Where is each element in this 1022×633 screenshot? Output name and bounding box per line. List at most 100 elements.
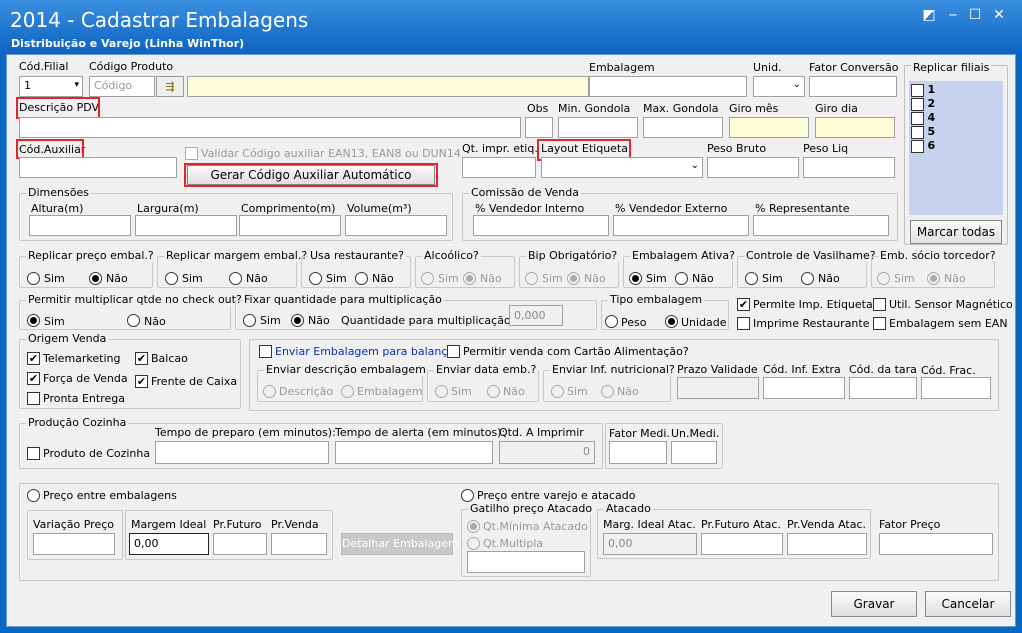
filial-checkbox[interactable] xyxy=(911,97,924,111)
peso-liq-input[interactable] xyxy=(803,157,895,178)
cod-filial-select[interactable]: 1 ▾ xyxy=(19,76,83,97)
enviar-balanca-checkbox[interactable] xyxy=(259,345,272,358)
pr-futuro-atac-input[interactable] xyxy=(701,533,783,555)
fixar-qtde-nao-radio[interactable] xyxy=(291,314,304,327)
tipo-peso-radio[interactable] xyxy=(605,315,618,328)
pr-futuro-input[interactable] xyxy=(213,533,267,555)
filial-checkbox[interactable] xyxy=(911,139,924,153)
filial-item[interactable]: 2 xyxy=(911,97,935,111)
cod-produto-input[interactable]: Código xyxy=(89,76,155,97)
cod-tara-input[interactable] xyxy=(849,377,917,399)
pr-venda-atac-input[interactable] xyxy=(787,533,867,555)
fator-conversao-input[interactable] xyxy=(809,76,897,97)
maximize-icon[interactable]: ☐ xyxy=(966,6,984,24)
enviar-descricao-radio[interactable] xyxy=(263,385,276,398)
usa-restaurante-sim-radio[interactable] xyxy=(309,272,322,285)
pronta-entrega-checkbox[interactable] xyxy=(27,392,40,405)
edit-icon[interactable]: ◩ xyxy=(920,6,938,24)
tempo-alerta-input[interactable] xyxy=(335,441,493,464)
enviar-inf-sim-radio[interactable] xyxy=(551,385,564,398)
volume-input[interactable] xyxy=(345,215,447,236)
validar-checkbox[interactable] xyxy=(185,147,198,160)
filial-item[interactable]: 1 xyxy=(911,83,935,97)
descricao-pdv-input[interactable] xyxy=(19,117,521,138)
frente-caixa-checkbox[interactable]: ✔ xyxy=(135,375,148,388)
tempo-preparo-input[interactable] xyxy=(155,441,329,464)
alcoolico-nao-radio[interactable] xyxy=(463,272,476,285)
search-product-icon[interactable]: ⇶ xyxy=(156,76,184,97)
cod-inf-extra-input[interactable] xyxy=(763,377,845,399)
variacao-preco-input[interactable] xyxy=(33,533,115,555)
enviar-data-sim-radio[interactable] xyxy=(435,385,448,398)
max-gondola-input[interactable] xyxy=(643,117,723,138)
replicar-margem-nao-radio[interactable] xyxy=(229,272,242,285)
gravar-button[interactable]: Gravar xyxy=(831,591,917,617)
produto-cozinha-checkbox[interactable] xyxy=(27,447,40,460)
prazo-validade-input[interactable] xyxy=(677,377,759,399)
peso-bruto-input[interactable] xyxy=(707,157,799,178)
layout-etiqueta-select[interactable]: ⌄ xyxy=(541,157,703,178)
largura-input[interactable] xyxy=(135,215,237,236)
marcar-todas-button[interactable]: Marcar todas xyxy=(910,220,1002,244)
tipo-unidade-radio[interactable] xyxy=(665,315,678,328)
min-gondola-input[interactable] xyxy=(558,117,638,138)
forca-venda-checkbox[interactable]: ✔ xyxy=(27,372,40,385)
cod-frac-input[interactable] xyxy=(921,377,991,399)
pr-venda-input[interactable] xyxy=(271,533,327,555)
un-medi-input[interactable] xyxy=(671,441,717,464)
marg-ideal-atac-input[interactable]: 0,00 xyxy=(603,533,697,555)
minimize-icon[interactable]: ‒ xyxy=(944,6,962,24)
permitir-multiplicar-nao-radio[interactable] xyxy=(127,314,140,327)
margem-ideal-input[interactable]: 0,00 xyxy=(129,533,209,555)
preco-entre-embalagens-radio[interactable] xyxy=(27,489,40,502)
qt-impr-input[interactable] xyxy=(462,157,536,178)
enviar-embalagem-radio[interactable] xyxy=(341,385,354,398)
vendedor-externo-input[interactable] xyxy=(613,215,749,236)
embalagem-input[interactable] xyxy=(589,76,747,97)
preco-varejo-atacado-radio[interactable] xyxy=(461,489,474,502)
representante-input[interactable] xyxy=(753,215,889,236)
obs-input[interactable] xyxy=(525,117,553,138)
balcao-checkbox[interactable]: ✔ xyxy=(135,352,148,365)
permitir-multiplicar-sim-radio[interactable] xyxy=(27,314,40,327)
embalagem-ativa-nao-radio[interactable] xyxy=(675,272,688,285)
filial-checkbox[interactable] xyxy=(911,125,924,139)
emb-socio-sim-radio[interactable] xyxy=(877,272,890,285)
filial-item[interactable]: 5 xyxy=(911,125,935,139)
replicar-margem-sim-radio[interactable] xyxy=(165,272,178,285)
bip-sim-radio[interactable] xyxy=(525,272,538,285)
vendedor-interno-input[interactable] xyxy=(473,215,609,236)
qt-minima-radio[interactable] xyxy=(467,520,480,533)
telemarketing-checkbox[interactable]: ✔ xyxy=(27,352,40,365)
imprime-restaurante-checkbox[interactable] xyxy=(737,317,750,330)
bip-nao-radio[interactable] xyxy=(567,272,580,285)
filial-checkbox[interactable] xyxy=(911,83,924,97)
replicar-preco-nao-radio[interactable] xyxy=(89,272,102,285)
usa-restaurante-nao-radio[interactable] xyxy=(355,272,368,285)
embalagem-ativa-sim-radio[interactable] xyxy=(629,272,642,285)
fixar-qtde-sim-radio[interactable] xyxy=(243,314,256,327)
qt-multipla-radio[interactable] xyxy=(467,537,480,550)
qtde-multiplicacao-input[interactable]: 0,000 xyxy=(509,305,563,326)
replicar-preco-sim-radio[interactable] xyxy=(27,272,40,285)
cod-auxiliar-input[interactable] xyxy=(19,157,177,178)
filial-item[interactable]: 6 xyxy=(911,139,935,153)
filial-checkbox[interactable] xyxy=(911,111,924,125)
permitir-cartao-checkbox[interactable] xyxy=(447,345,460,358)
close-icon[interactable]: ✕ xyxy=(990,6,1008,24)
alcoolico-sim-radio[interactable] xyxy=(421,272,434,285)
util-sensor-checkbox[interactable] xyxy=(873,298,886,311)
enviar-inf-nao-radio[interactable] xyxy=(601,385,614,398)
fator-preco-input[interactable] xyxy=(879,533,993,555)
gatilho-input[interactable] xyxy=(467,551,585,573)
fator-medi-input[interactable] xyxy=(609,441,667,464)
comprimento-input[interactable] xyxy=(239,215,341,236)
emb-socio-nao-radio[interactable] xyxy=(927,272,940,285)
vasilhame-nao-radio[interactable] xyxy=(801,272,814,285)
embalagem-sem-ean-checkbox[interactable] xyxy=(873,317,886,330)
filial-item[interactable]: 4 xyxy=(911,111,935,125)
altura-input[interactable] xyxy=(29,215,131,236)
qtd-imprimir-input[interactable]: 0 xyxy=(499,441,595,464)
cancelar-button[interactable]: Cancelar xyxy=(925,591,1011,617)
detalhar-embalagem-button[interactable]: Detalhar Embalagem xyxy=(341,533,459,555)
